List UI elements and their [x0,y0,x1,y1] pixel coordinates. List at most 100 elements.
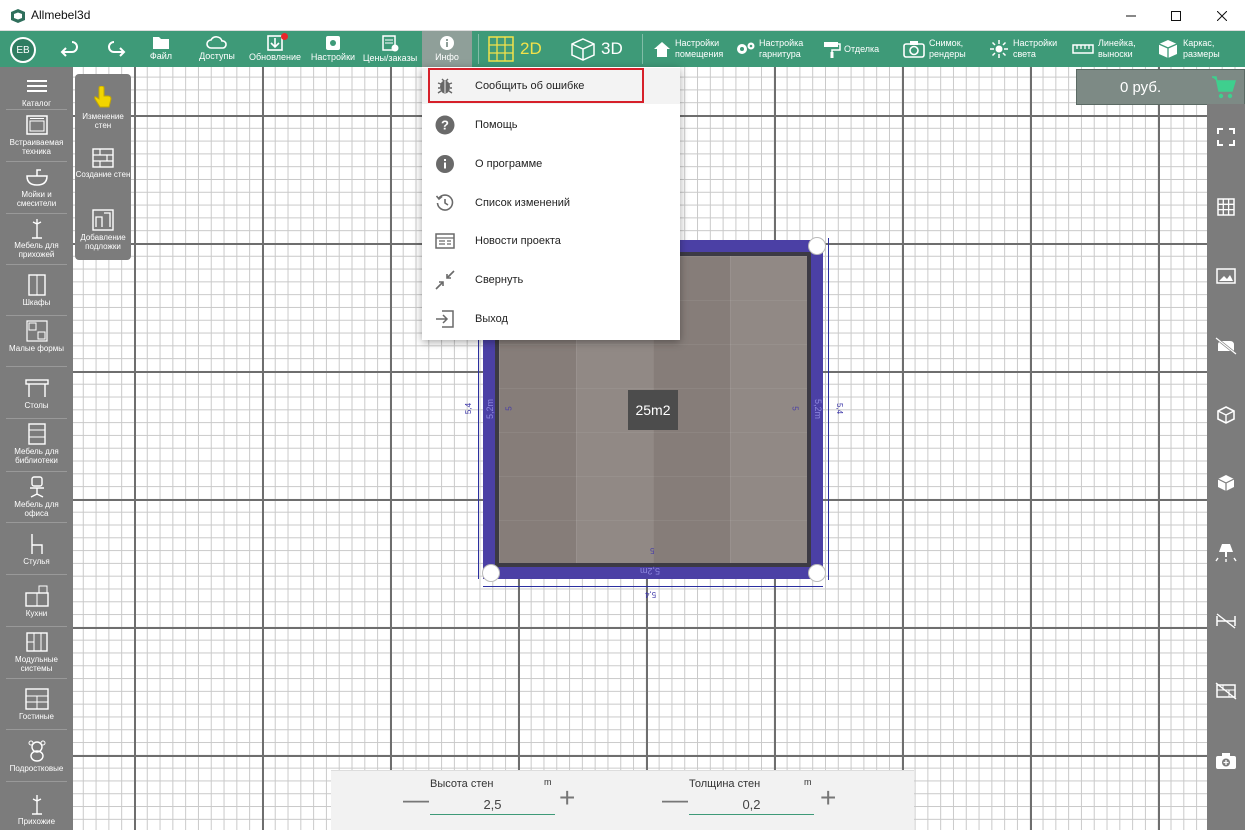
wall-thickness-unit: m [804,777,812,787]
mode-3d-button[interactable]: 3D [570,31,623,67]
grid-2d-icon [488,36,514,62]
underlay-image-icon [92,209,114,231]
box-view-button[interactable] [1207,400,1245,430]
app-logo-icon [11,9,25,23]
frame-dimensions-button[interactable]: Каркас, размеры [1157,31,1220,67]
wall-corner-handle[interactable] [808,564,826,582]
file-button[interactable]: Файл [144,31,178,67]
lighting-toggle-button[interactable] [1207,537,1245,567]
tool-edit-walls[interactable]: Изменение стен [75,86,131,130]
sidebar-item-catalog[interactable]: Каталог [0,75,73,108]
screenshot-button[interactable] [1207,746,1245,776]
fullscreen-button[interactable] [1207,122,1245,152]
catalog-sidebar: Каталог Встраиваемая техника Мойки и сме… [0,67,73,830]
hallway-icon [24,793,50,815]
light-icon [990,40,1008,58]
sidebar-item-hallway-furniture[interactable]: Мебель для прихожей [0,217,73,259]
info-icon [440,36,454,50]
wardrobe-icon [24,274,50,296]
access-button[interactable]: Доступы [195,31,239,67]
hide-walls-button[interactable] [1207,676,1245,706]
minimize-window-button[interactable] [1108,0,1154,31]
table-icon [24,377,50,399]
tool-create-walls[interactable]: Создание стен [75,148,131,179]
maximize-window-button[interactable] [1153,0,1199,31]
cart-icon[interactable] [1211,74,1237,100]
menu-item-changelog[interactable]: Список изменений [422,185,680,221]
mode-2d-button[interactable]: 2D [488,31,542,67]
snapshot-render-button[interactable]: Снимок, рендеры [903,31,966,67]
undo-button[interactable] [57,31,83,67]
wall-thickness-decrease-button[interactable]: — [662,784,688,815]
image-icon [1216,268,1236,284]
dimension-outer-left: 5,4 [464,402,474,415]
wall-corner-handle[interactable] [482,564,500,582]
dimension-line-bottom [483,586,823,587]
hide-dimensions-button[interactable] [1207,606,1245,636]
sidebar-item-built-in-appliances[interactable]: Встраиваемая техника [0,114,73,156]
wall-corner-handle[interactable] [808,237,826,255]
undo-icon [60,41,78,57]
menu-item-about[interactable]: О программе [422,146,680,182]
wall-height-increase-button[interactable]: + [559,782,575,814]
grid-toggle-button[interactable] [1207,192,1245,222]
sidebar-separator [6,418,67,419]
tool-add-underlay[interactable]: Добавление подложки [75,209,131,251]
sidebar-item-office-furniture[interactable]: Мебель для офиса [0,476,73,518]
dimension-outer-right: 5,4 [835,402,845,415]
solid-box-view-button[interactable] [1207,468,1245,498]
sidebar-item-kitchens[interactable]: Кухни [0,585,73,618]
redo-icon [108,41,126,57]
sidebar-item-teen-rooms[interactable]: Подростковые [0,740,73,773]
wall-height-input[interactable]: 2,5 [430,797,555,812]
room-settings-button[interactable]: Настройки помещения [653,31,723,67]
finish-button[interactable]: Отделка [823,31,879,67]
sidebar-item-sinks[interactable]: Мойки и смесители [0,166,73,208]
sidebar-item-chairs[interactable]: Стулья [0,533,73,566]
sidebar-separator [6,471,67,472]
info-menu-button[interactable]: Инфо [422,31,472,67]
cube-3d-icon [571,38,595,61]
set-settings-button[interactable]: Настройка гарнитура [736,31,803,67]
sidebar-separator [6,626,67,627]
ruler-callouts-button[interactable]: Линейка, выноски [1072,31,1136,67]
wall-height-underline [430,814,555,815]
wall-thickness-increase-button[interactable]: + [820,782,836,814]
hide-walls-icon [1215,682,1237,700]
wall-thickness-input[interactable]: 0,2 [689,797,814,812]
sidebar-item-living-rooms[interactable]: Гостиные [0,688,73,721]
main-toolbar: ЕВ Файл Доступы Обновление Настройки Цен… [0,31,1245,67]
sidebar-separator [6,574,67,575]
dimension-line-right [828,238,829,580]
update-button[interactable]: Обновление [248,31,302,67]
sidebar-item-modular-systems[interactable]: Модульные системы [0,631,73,673]
sidebar-item-library-furniture[interactable]: Мебель для библиотеки [0,423,73,465]
sidebar-separator [6,264,67,265]
close-window-button[interactable] [1199,0,1245,31]
folder-icon [153,37,169,49]
background-image-button[interactable] [1207,261,1245,291]
sidebar-separator [6,315,67,316]
sidebar-item-tables[interactable]: Столы [0,377,73,410]
hide-furniture-button[interactable] [1207,331,1245,361]
wall-height-decrease-button[interactable]: — [403,784,429,815]
help-icon: ? [435,115,455,135]
house-icon [654,41,670,57]
light-settings-button[interactable]: Настройки света [989,31,1057,67]
coat-rack-icon [24,217,50,239]
bookcase-icon [24,423,50,445]
sidebar-item-hallways[interactable]: Прихожие [0,793,73,826]
settings-button[interactable]: Настройки [309,31,357,67]
menu-item-project-news[interactable]: Новости проекта [422,223,680,259]
menu-item-help[interactable]: ? Помощь [422,107,680,143]
user-avatar[interactable]: ЕВ [10,37,36,63]
lamp-icon [1215,544,1237,562]
redo-button[interactable] [103,31,129,67]
sidebar-item-small-forms[interactable]: Малые формы [0,320,73,353]
list-icon [24,75,50,97]
dimension-outer-bottom: 5,4 [645,590,657,599]
prices-orders-button[interactable]: Цены/заказы [359,31,421,67]
menu-item-minimize[interactable]: Свернуть [422,262,680,298]
menu-item-exit[interactable]: Выход [422,301,680,337]
sidebar-item-wardrobes[interactable]: Шкафы [0,274,73,307]
